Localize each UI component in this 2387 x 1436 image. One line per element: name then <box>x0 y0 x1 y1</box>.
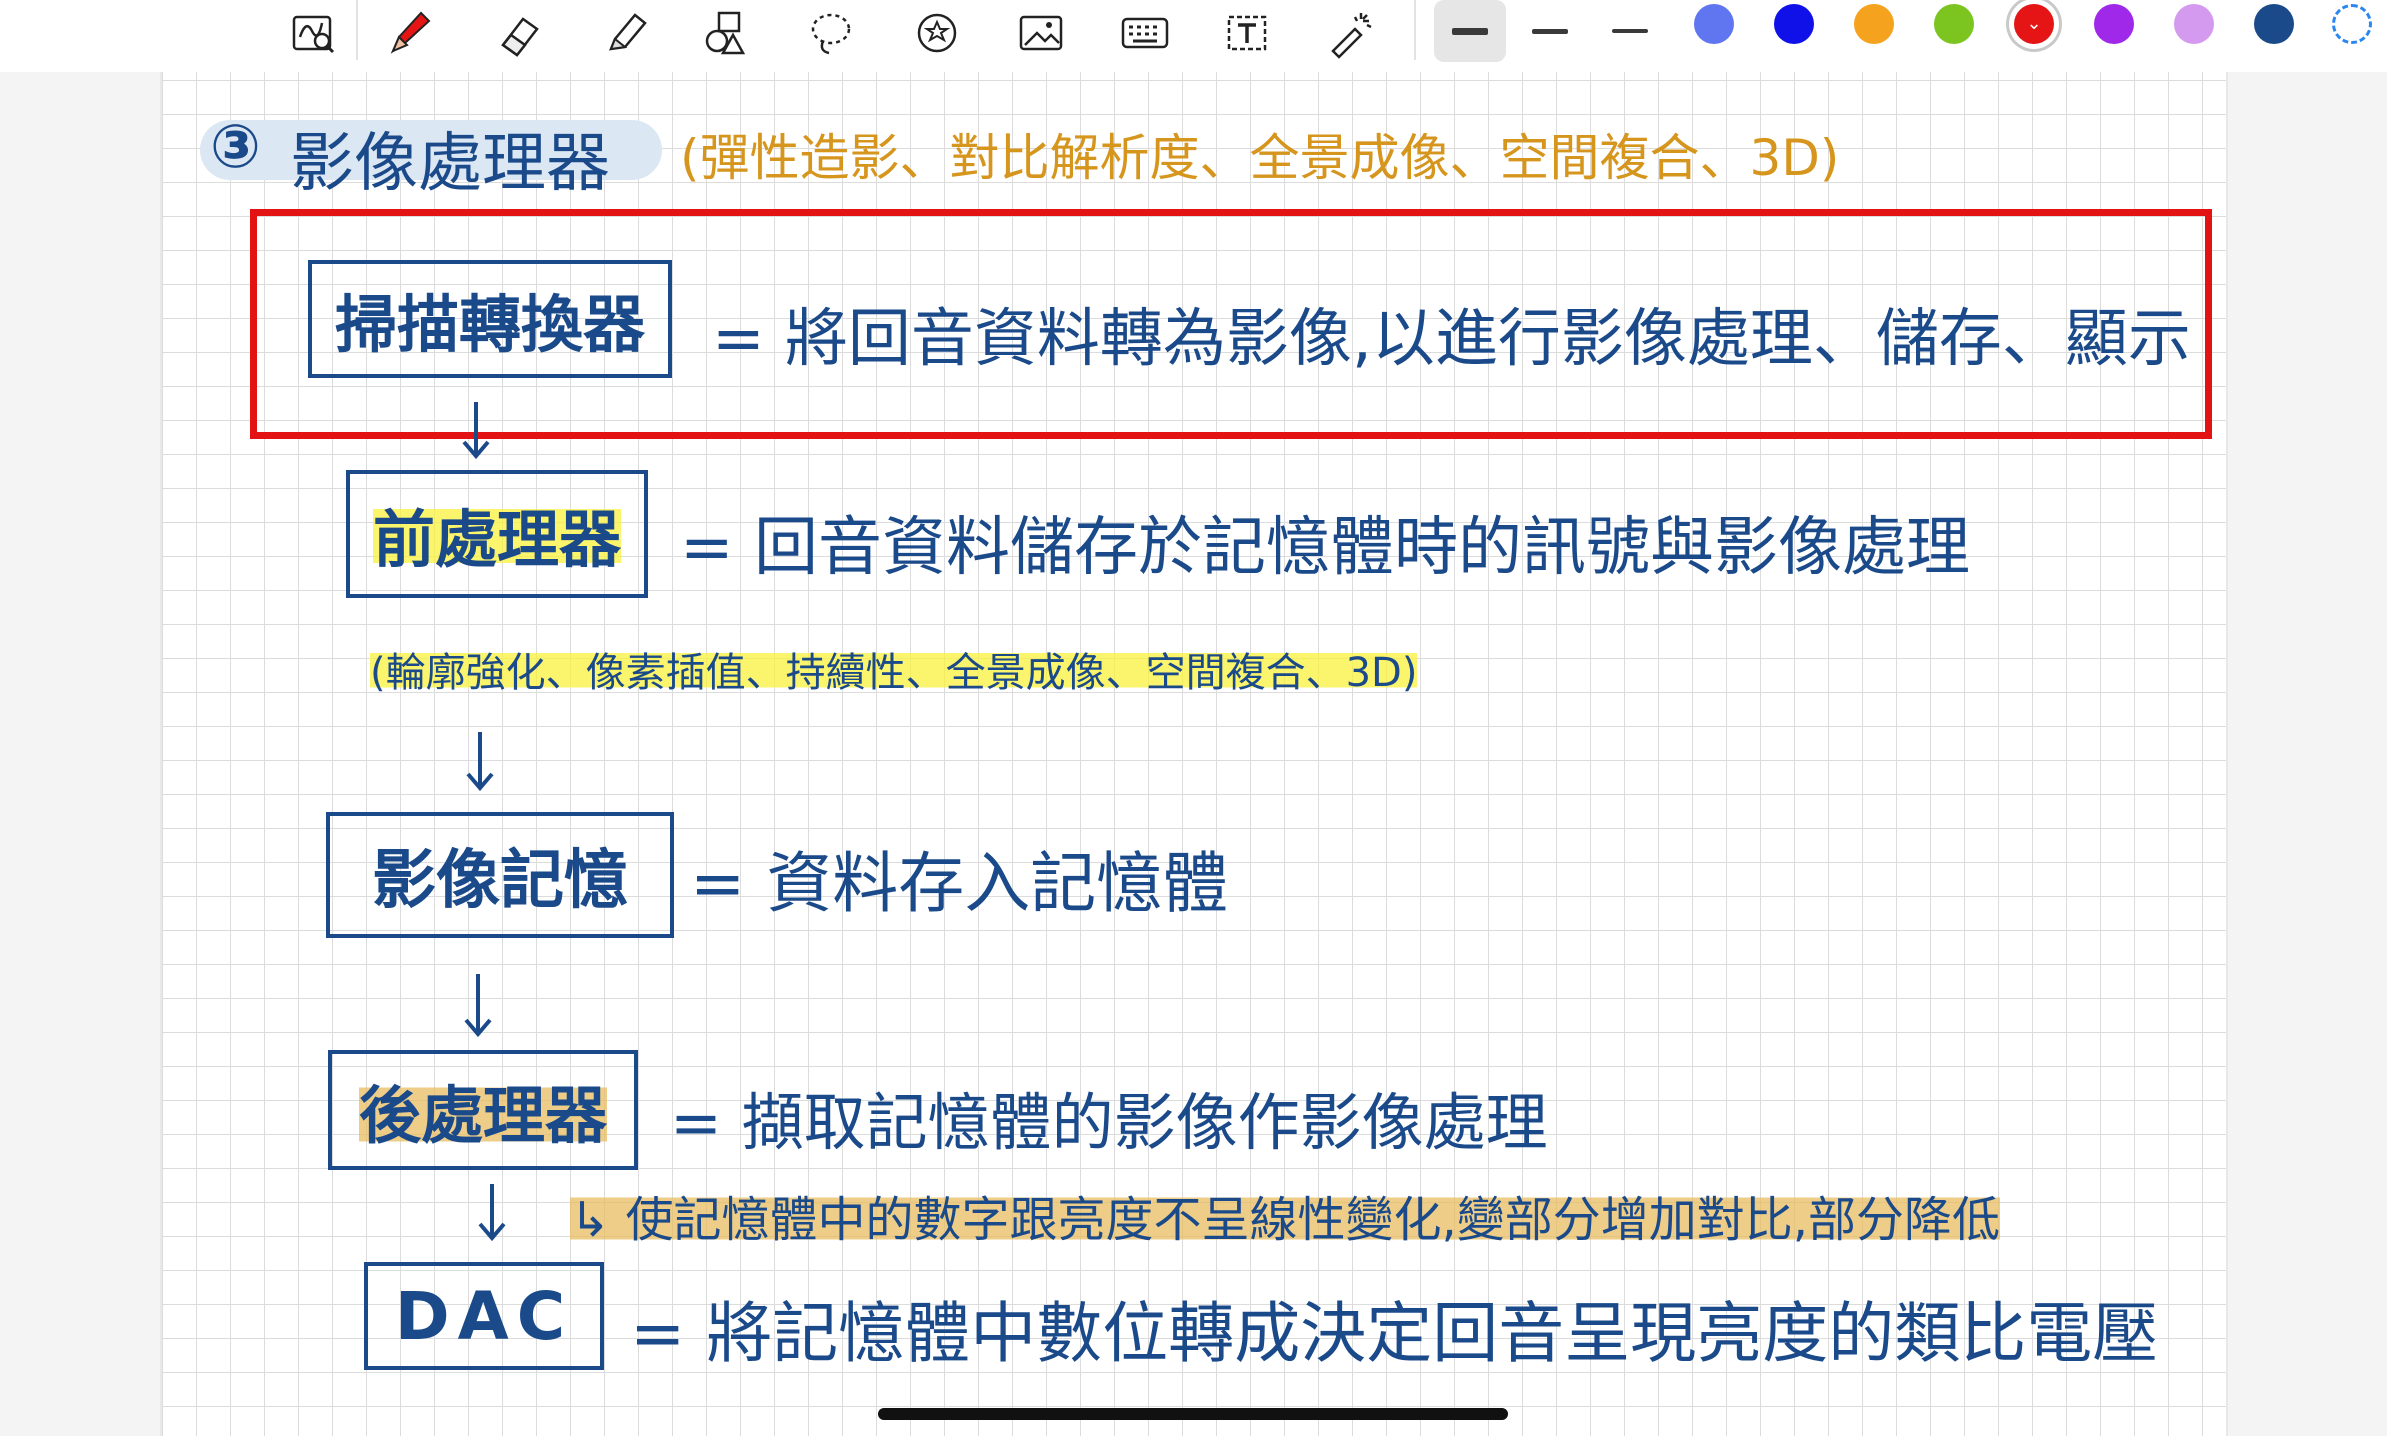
color-swatch-2[interactable] <box>1774 4 1814 44</box>
scan-converter-label: 掃描轉換器 <box>334 288 645 361</box>
postprocessor-box: 後處理器 <box>328 1050 638 1170</box>
text-icon[interactable] <box>1216 6 1278 60</box>
scan-converter-box: 掃描轉換器 <box>308 260 672 378</box>
preprocessor-label: 前處理器 <box>372 489 621 579</box>
color-swatch-1[interactable] <box>1694 4 1734 44</box>
thickness-thin[interactable] <box>1594 0 1666 62</box>
pen-icon[interactable] <box>380 6 442 60</box>
down-arrow-3 <box>464 974 492 1038</box>
preprocessor-box: 前處理器 <box>346 470 648 598</box>
postprocessor-label: 後處理器 <box>358 1065 607 1155</box>
image-icon[interactable] <box>1010 6 1072 60</box>
dac-box: DAC <box>364 1262 604 1370</box>
home-indicator[interactable] <box>878 1408 1508 1420</box>
eraser-icon[interactable] <box>488 6 550 60</box>
down-arrow-1 <box>462 402 490 460</box>
thickness-medium[interactable] <box>1514 0 1586 62</box>
color-swatch-8[interactable] <box>2254 4 2294 44</box>
color-swatch-7[interactable] <box>2174 4 2214 44</box>
toolbar: ⌄ <box>0 0 2387 73</box>
color-swatch-4[interactable] <box>1934 4 1974 44</box>
dac-label: DAC <box>394 1277 574 1355</box>
postprocessor-text: = 擷取記憶體的影像作影像處理 <box>670 1086 1548 1159</box>
preprocessor-note: (輪廓強化、像素插值、持續性、全景成像、空間複合、3D) <box>370 640 1418 698</box>
laser-pointer-icon[interactable] <box>1320 6 1382 60</box>
dac-text: = 將記憶體中數位轉成決定回音呈現亮度的類比電壓 <box>630 1295 2159 1372</box>
right-margin <box>2226 72 2387 1436</box>
keyboard-icon[interactable] <box>1114 6 1176 60</box>
color-swatch-5[interactable]: ⌄ <box>2014 4 2054 44</box>
shapes-icon[interactable] <box>696 6 758 60</box>
chevron-down-icon: ⌄ <box>2026 13 2042 34</box>
sticker-icon[interactable] <box>906 6 968 60</box>
down-arrow-2 <box>466 732 494 792</box>
image-memory-label: 影像記憶 <box>372 844 628 918</box>
down-arrow-4 <box>478 1184 506 1242</box>
lasso-zoom-icon[interactable] <box>283 6 345 60</box>
heading-title: 影像處理器 <box>290 127 610 201</box>
custom-color-icon[interactable] <box>2332 4 2372 44</box>
highlighter-icon[interactable] <box>594 6 656 60</box>
image-memory-box: 影像記憶 <box>326 812 674 938</box>
preprocessor-text: = 回音資料儲存於記憶體時的訊號與影像處理 <box>680 511 1970 585</box>
scan-converter-text: = 將回音資料轉為影像,以進行影像處理、儲存、顯示 <box>712 302 2191 375</box>
color-swatch-6[interactable] <box>2094 4 2134 44</box>
color-swatch-3[interactable] <box>1854 4 1894 44</box>
heading-subtitle: (彈性造影、對比解析度、全景成像、空間複合、3D) <box>680 129 1840 187</box>
left-margin <box>0 72 160 1436</box>
postprocessor-note: ↳ 使記憶體中的數字跟亮度不呈線性變化,變部分增加對比,部分降低 <box>570 1180 2000 1250</box>
lasso-icon[interactable] <box>800 6 862 60</box>
image-memory-text: = 資料存入記憶體 <box>690 845 1229 922</box>
thickness-thick[interactable] <box>1434 0 1506 62</box>
heading-number: ③ <box>210 112 261 182</box>
